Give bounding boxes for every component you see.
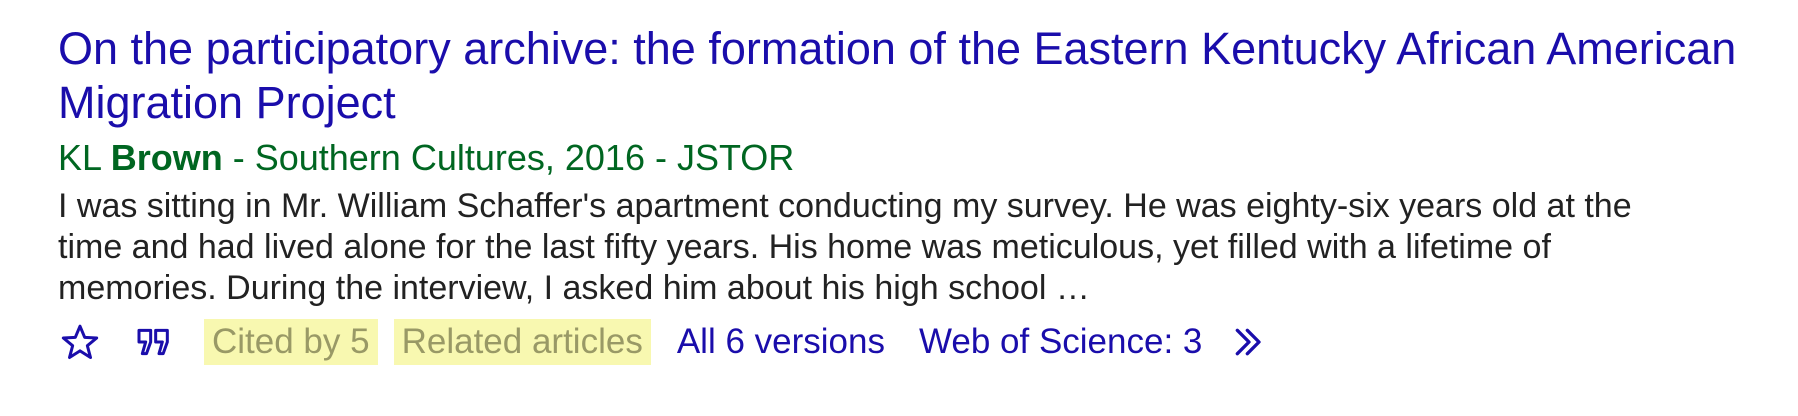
- cited-by-link[interactable]: Cited by 5: [204, 319, 378, 365]
- all-versions-link[interactable]: All 6 versions: [677, 322, 885, 362]
- result-actions: Cited by 5 Related articles All 6 versio…: [58, 317, 1778, 367]
- result-meta: KL Brown - Southern Cultures, 2016 - JST…: [58, 136, 1778, 180]
- result-snippet: I was sitting in Mr. William Schaffer's …: [58, 187, 1632, 307]
- author-surname: Brown: [110, 137, 223, 178]
- star-icon[interactable]: [58, 320, 102, 364]
- related-articles-link[interactable]: Related articles: [393, 319, 651, 365]
- result-title-link[interactable]: On the participatory archive: the format…: [58, 22, 1758, 130]
- result-source: - Southern Cultures, 2016 - JSTOR: [222, 137, 795, 178]
- author-initials: KL: [58, 137, 101, 178]
- quote-icon[interactable]: [132, 320, 176, 364]
- double-chevron-icon[interactable]: [1232, 320, 1276, 364]
- web-of-science-link[interactable]: Web of Science: 3: [919, 322, 1202, 362]
- search-result: On the participatory archive: the format…: [58, 22, 1778, 367]
